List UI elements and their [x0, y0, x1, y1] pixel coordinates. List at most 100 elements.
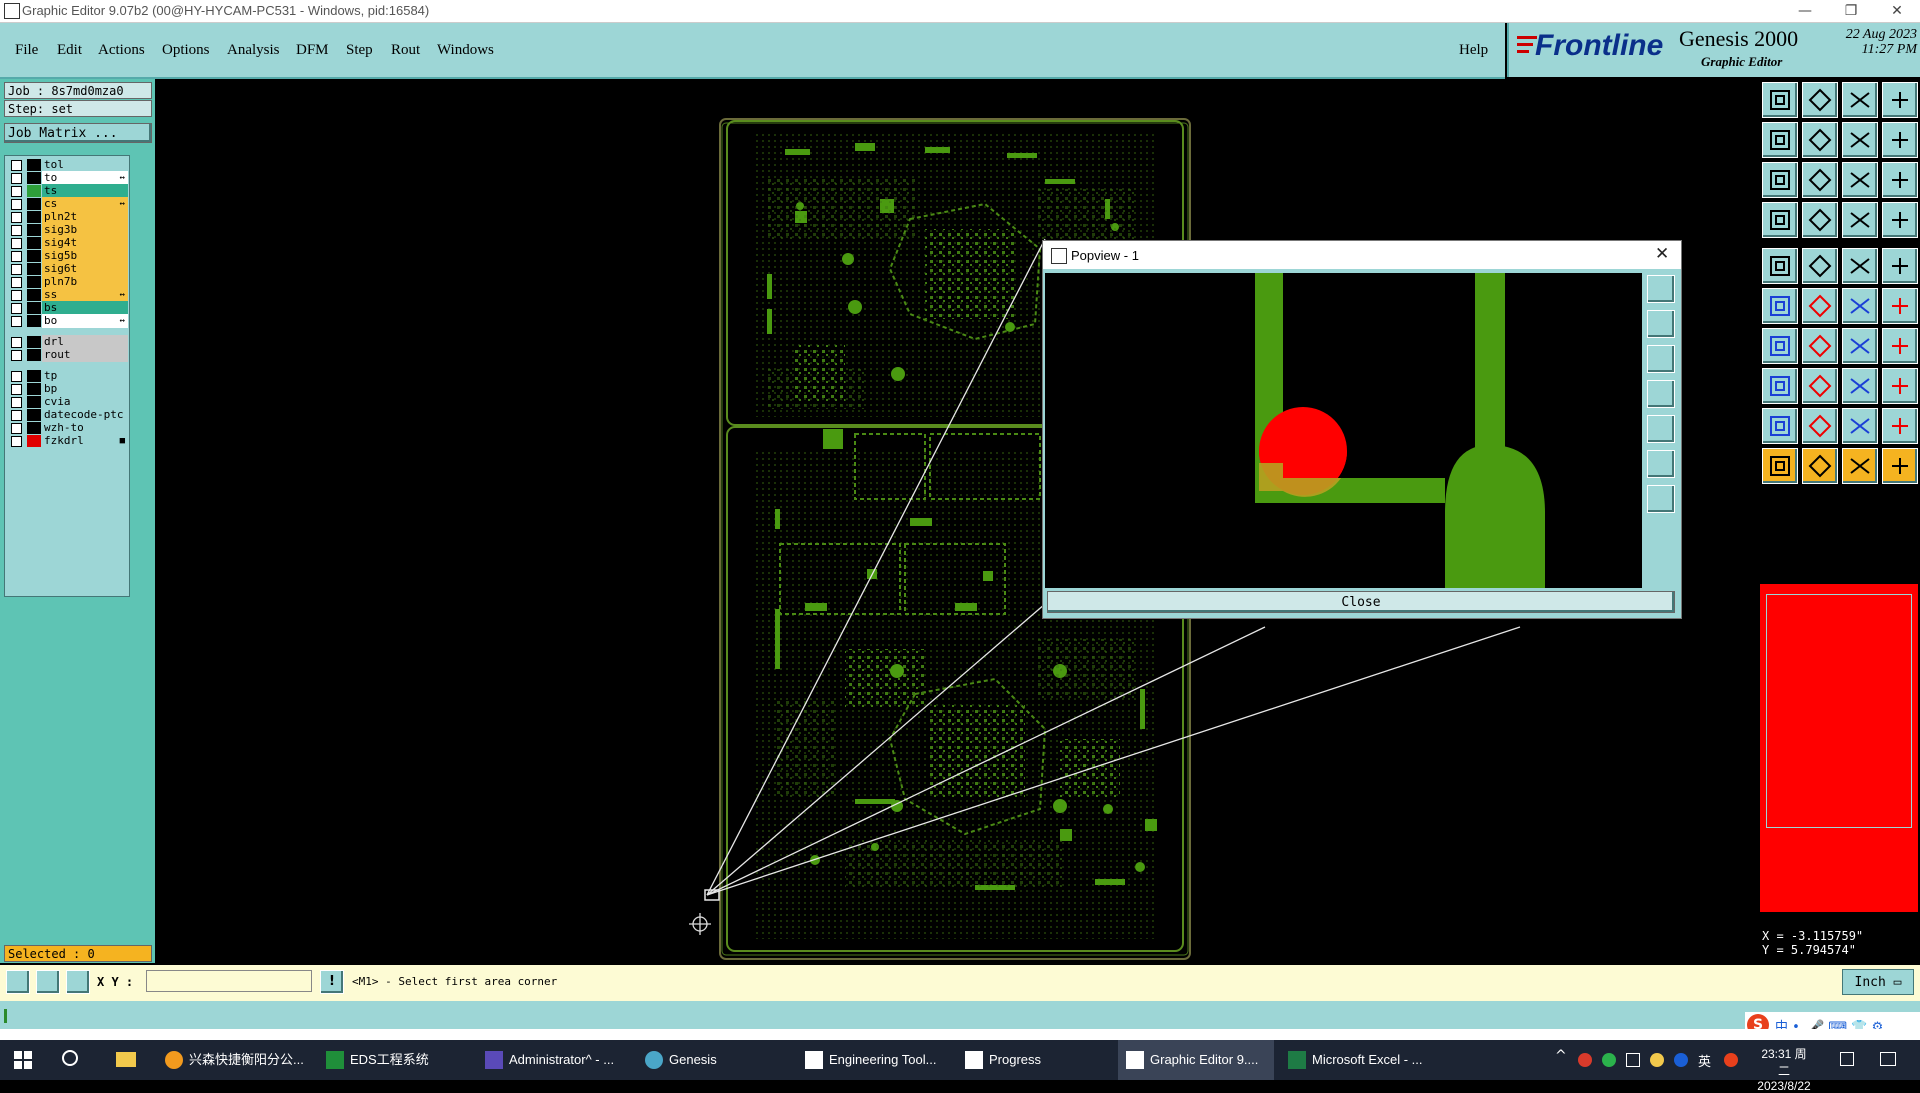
- layer-name[interactable]: sig5b: [42, 249, 128, 263]
- dash-tool[interactable]: [1802, 368, 1838, 404]
- layer-color-swatch[interactable]: [27, 315, 41, 327]
- layer-name[interactable]: pln2t: [42, 210, 128, 224]
- network-icon[interactable]: [1626, 1053, 1640, 1067]
- layer-row-bo[interactable]: bo ↔: [5, 314, 129, 328]
- layer-name[interactable]: bs: [42, 301, 128, 315]
- layer-row-sig6t[interactable]: sig6t: [5, 262, 129, 276]
- layer-row-sig4t[interactable]: sig4t: [5, 236, 129, 250]
- layer-color-swatch[interactable]: [27, 435, 41, 447]
- layer-color-swatch[interactable]: [27, 211, 41, 223]
- menu-rout[interactable]: Rout: [391, 42, 420, 59]
- layer-checkbox[interactable]: [11, 397, 22, 408]
- shape-tool[interactable]: [1882, 368, 1918, 404]
- mirror-tool[interactable]: [1882, 328, 1918, 364]
- layer-row-fzkdrl[interactable]: fzkdrl ■: [5, 434, 129, 448]
- triangle-tool[interactable]: [1762, 408, 1798, 444]
- layer-color-swatch[interactable]: [27, 422, 41, 434]
- route-tool[interactable]: [1842, 202, 1878, 238]
- help-tool[interactable]: [1882, 162, 1918, 198]
- menu-step[interactable]: Step: [346, 42, 373, 59]
- a2-tool[interactable]: [1882, 408, 1918, 444]
- text-tool[interactable]: [1842, 248, 1878, 284]
- menu-windows[interactable]: Windows: [437, 42, 494, 59]
- layer-name[interactable]: ss ↔: [42, 288, 128, 302]
- a-tool[interactable]: [1842, 408, 1878, 444]
- layer-name[interactable]: pln7b: [42, 275, 128, 289]
- layer-checkbox[interactable]: [11, 410, 22, 421]
- step-tool[interactable]: [1842, 122, 1878, 158]
- snap-tool[interactable]: [1882, 122, 1918, 158]
- zoom-fit-tool[interactable]: [1762, 162, 1798, 198]
- layer-name[interactable]: wzh-to: [42, 421, 128, 435]
- menu-help[interactable]: Help: [1459, 42, 1488, 59]
- line-edit-tool[interactable]: [1802, 248, 1838, 284]
- search-icon[interactable]: [62, 1050, 78, 1066]
- layer-checkbox[interactable]: [11, 316, 22, 327]
- right-tool[interactable]: [1802, 122, 1838, 158]
- layer-checkbox[interactable]: [11, 350, 22, 361]
- select3-tool[interactable]: [1882, 448, 1918, 484]
- layer-color-swatch[interactable]: [27, 263, 41, 275]
- connect-tool[interactable]: [1762, 288, 1798, 324]
- grid-tool[interactable]: [1802, 202, 1838, 238]
- grid-mode-button[interactable]: [66, 970, 90, 994]
- popview-zoom-fit-button[interactable]: [1647, 275, 1675, 303]
- popview-zoom-area-button[interactable]: [1647, 450, 1675, 478]
- snap-mode-button[interactable]: [6, 970, 30, 994]
- layer-row-pln7b[interactable]: pln7b: [5, 275, 129, 289]
- layer-name[interactable]: ts: [42, 184, 128, 198]
- wechat-tray-icon[interactable]: [1602, 1053, 1616, 1067]
- layer-row-ss[interactable]: ss ↔: [5, 288, 129, 302]
- left-tool[interactable]: [1762, 122, 1798, 158]
- popview-canvas[interactable]: [1045, 273, 1642, 588]
- taskbar-item-0[interactable]: 兴森快捷衡阳分公...: [165, 1040, 305, 1080]
- layer-checkbox[interactable]: [11, 303, 22, 314]
- menu-file[interactable]: File: [15, 42, 38, 59]
- menu-dfm[interactable]: DFM: [296, 42, 329, 59]
- layer-color-swatch[interactable]: [27, 237, 41, 249]
- popview-home-button[interactable]: [1647, 485, 1675, 513]
- layer-name[interactable]: sig3b: [42, 223, 128, 237]
- layer-row-tp[interactable]: tp: [5, 369, 129, 383]
- layer-name[interactable]: cvia: [42, 395, 128, 409]
- taskbar-item-2[interactable]: Administrator^ - ...: [485, 1040, 625, 1080]
- slash-tool[interactable]: [1802, 328, 1838, 364]
- save-tool[interactable]: [1802, 82, 1838, 118]
- popview-pan-right-button[interactable]: [1647, 415, 1675, 443]
- layer-checkbox[interactable]: [11, 371, 22, 382]
- tray-app-icon[interactable]: [1578, 1053, 1592, 1067]
- popview-close-button[interactable]: Close: [1047, 591, 1675, 613]
- copy-tool[interactable]: [1882, 288, 1918, 324]
- open-job-tool[interactable]: [1762, 82, 1798, 118]
- taskbar-item-3[interactable]: Genesis: [645, 1040, 785, 1080]
- layer-name[interactable]: cs ↔: [42, 197, 128, 211]
- layer-checkbox[interactable]: [11, 199, 22, 210]
- menu-actions[interactable]: Actions: [98, 42, 145, 59]
- layout-tool[interactable]: [1882, 82, 1918, 118]
- layer-name[interactable]: bo ↔: [42, 314, 128, 328]
- bluetooth-icon[interactable]: [1674, 1053, 1688, 1067]
- ime-language-indicator[interactable]: 英: [1698, 1051, 1711, 1070]
- layer-name[interactable]: sig6t: [42, 262, 128, 276]
- job-matrix-button[interactable]: Job Matrix ...: [4, 123, 152, 143]
- layer-color-swatch[interactable]: [27, 250, 41, 262]
- layer-checkbox[interactable]: [11, 225, 22, 236]
- layer-checkbox[interactable]: [11, 238, 22, 249]
- layer-color-swatch[interactable]: [27, 409, 41, 421]
- taskbar-item-6[interactable]: Graphic Editor 9....: [1118, 1040, 1274, 1080]
- sogou-tray-icon[interactable]: [1724, 1053, 1738, 1067]
- file-explorer-icon[interactable]: [116, 1052, 136, 1067]
- layer-row-bs[interactable]: bs: [5, 301, 129, 315]
- show-desktop-icon[interactable]: [1840, 1052, 1854, 1066]
- layer-checkbox[interactable]: [11, 423, 22, 434]
- popview-zoom-out-button[interactable]: [1647, 345, 1675, 373]
- menu-options[interactable]: Options: [162, 42, 210, 59]
- popview-close-icon[interactable]: ✕: [1655, 244, 1669, 264]
- layer-checkbox[interactable]: [11, 264, 22, 275]
- layer-row-tol[interactable]: tol: [5, 158, 129, 172]
- layer-name[interactable]: drl: [42, 335, 128, 349]
- circle-tool[interactable]: [1882, 248, 1918, 284]
- start-button[interactable]: [14, 1051, 32, 1069]
- layer-row-sig3b[interactable]: sig3b: [5, 223, 129, 237]
- layer-name[interactable]: sig4t: [42, 236, 128, 250]
